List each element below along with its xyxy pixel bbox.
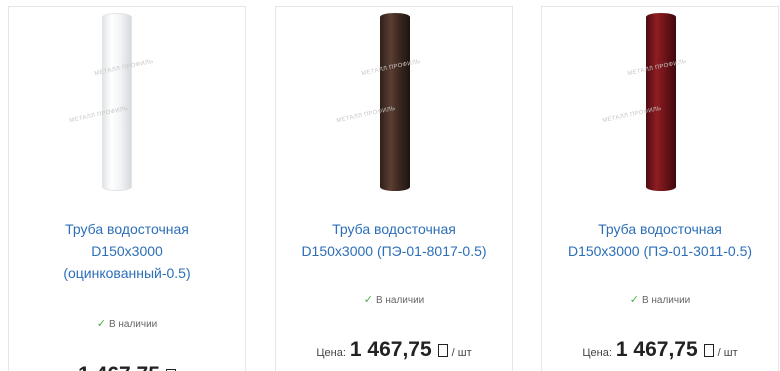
ruble-icon — [437, 344, 448, 357]
price-label: Цена: — [316, 347, 346, 359]
product-title-line: Труба водосточная — [65, 221, 189, 237]
price-value: 1 467,75 — [349, 338, 432, 361]
stock-status: ✓ В наличии — [542, 293, 778, 306]
product-card[interactable]: МЕТАЛЛ ПРОФИЛЬ МЕТАЛЛ ПРОФИЛЬ Труба водо… — [275, 6, 513, 371]
product-image[interactable]: МЕТАЛЛ ПРОФИЛЬ МЕТАЛЛ ПРОФИЛЬ — [542, 7, 778, 202]
price-row: Цена: 1 467,75 / шт — [276, 338, 512, 362]
check-icon: ✓ — [629, 294, 639, 306]
stock-label: В наличии — [375, 295, 425, 306]
ruble-icon — [703, 344, 714, 357]
stock-label: В наличии — [641, 295, 691, 306]
product-title-line: D150x3000 — [91, 243, 163, 259]
product-title-line: D150x3000 (ПЭ-01-3011-0.5) — [567, 243, 753, 259]
pipe-image-red — [646, 13, 676, 191]
product-title-line: D150x3000 (ПЭ-01-8017-0.5) — [301, 243, 487, 259]
product-title-line: Труба водосточная — [598, 221, 722, 237]
price-row: 1 467,75 — [9, 363, 245, 371]
product-image[interactable]: МЕТАЛЛ ПРОФИЛЬ МЕТАЛЛ ПРОФИЛЬ — [9, 7, 245, 202]
check-icon: ✓ — [96, 318, 106, 330]
stock-label: В наличии — [108, 319, 158, 330]
pipe-image-brown — [380, 13, 410, 191]
check-icon: ✓ — [363, 294, 373, 306]
product-title-line: (оцинкованный-0.5) — [63, 265, 191, 281]
product-title-link[interactable]: Труба водосточная D150x3000 (оцинкованны… — [9, 218, 245, 284]
product-title-link[interactable]: Труба водосточная D150x3000 (ПЭ-01-8017-… — [276, 218, 512, 262]
price-label: Цена: — [582, 347, 612, 359]
stock-status: ✓ В наличии — [276, 293, 512, 306]
product-title-link[interactable]: Труба водосточная D150x3000 (ПЭ-01-3011-… — [542, 218, 778, 262]
price-unit: / шт — [451, 347, 472, 359]
price-row: Цена: 1 467,75 / шт — [542, 338, 778, 362]
price-value: 1 467,75 — [615, 338, 698, 361]
price-value: 1 467,75 — [78, 363, 160, 371]
product-grid: МЕТАЛЛ ПРОФИЛЬ МЕТАЛЛ ПРОФИЛЬ Труба водо… — [0, 0, 780, 371]
price-unit: / шт — [717, 347, 738, 359]
pipe-image-white — [102, 13, 132, 191]
product-card[interactable]: МЕТАЛЛ ПРОФИЛЬ МЕТАЛЛ ПРОФИЛЬ Труба водо… — [541, 6, 779, 371]
product-title-line: Труба водосточная — [332, 221, 456, 237]
product-image[interactable]: МЕТАЛЛ ПРОФИЛЬ МЕТАЛЛ ПРОФИЛЬ — [276, 7, 512, 202]
stock-status: ✓ В наличии — [9, 317, 245, 330]
product-card[interactable]: МЕТАЛЛ ПРОФИЛЬ МЕТАЛЛ ПРОФИЛЬ Труба водо… — [8, 6, 246, 371]
